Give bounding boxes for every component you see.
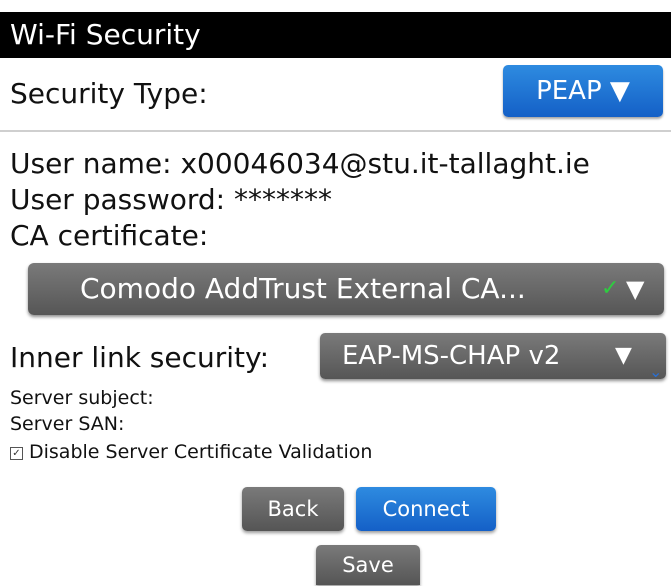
inner-link-security-value: EAP-MS-CHAP v2 (342, 341, 561, 371)
back-button[interactable]: Back (242, 487, 344, 531)
ca-certificate-label: CA certificate: (10, 219, 209, 252)
security-type-label: Security Type: (10, 77, 208, 110)
user-password-text: User password: ******* (10, 183, 332, 216)
checkmark-icon: ✓ (601, 276, 620, 301)
user-name-text: User name: x00046034@stu.it-tallaght.ie (10, 147, 590, 180)
scroll-down-icon[interactable]: ⌄ (649, 362, 662, 381)
chevron-down-icon: ▼ (609, 76, 630, 106)
inner-link-security-dropdown[interactable]: EAP-MS-CHAP v2 ▼ (320, 333, 666, 379)
connect-button[interactable]: Connect (356, 487, 496, 531)
wifi-security-screen: Wi-Fi Security Security Type: PEAP ▼ Use… (0, 0, 671, 586)
server-san-label: Server SAN: (10, 413, 125, 435)
save-button[interactable]: Save (316, 545, 420, 585)
security-type-value: PEAP (536, 76, 602, 106)
disable-validation-checkbox[interactable]: ✓ (10, 447, 23, 460)
chevron-down-icon: ▼ (615, 343, 632, 368)
server-subject-label: Server subject: (10, 387, 154, 409)
divider (0, 130, 671, 132)
ca-certificate-value: Comodo AddTrust External CA... (80, 272, 526, 305)
title-bar: Wi-Fi Security (0, 12, 671, 58)
security-type-dropdown[interactable]: PEAP ▼ (503, 65, 663, 117)
chevron-down-icon: ▼ (626, 275, 645, 303)
ca-certificate-dropdown[interactable]: Comodo AddTrust External CA... ✓ ▼ (28, 263, 664, 315)
disable-validation-label: Disable Server Certificate Validation (29, 441, 373, 463)
page-title: Wi-Fi Security (10, 18, 201, 51)
inner-link-security-label: Inner link security: (10, 341, 269, 374)
